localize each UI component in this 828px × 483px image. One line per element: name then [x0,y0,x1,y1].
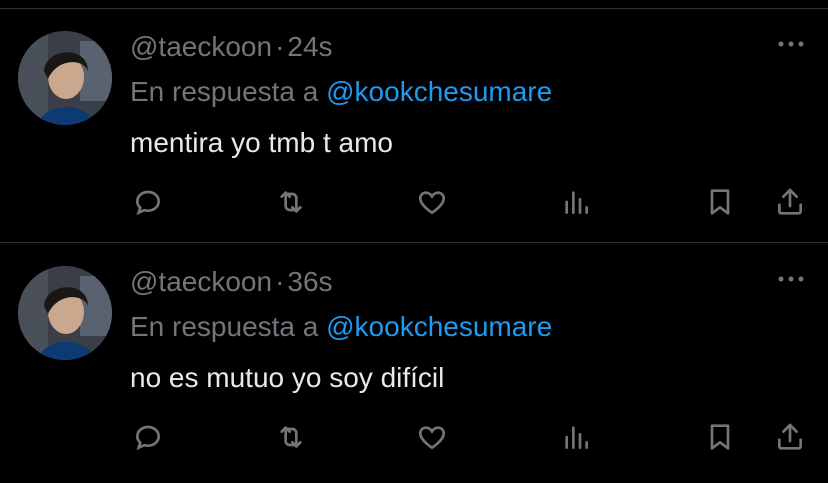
avatar[interactable] [18,31,112,125]
reply-mention-link[interactable]: @kookchesumare [326,311,552,342]
share-icon[interactable] [772,184,808,220]
separator-dot: · [275,266,285,297]
tweet-2[interactable]: @taeckoon · 36s En respuesta a @kookchesum… [0,244,828,479]
reply-prefix: En respuesta a [130,311,319,342]
tweet-text: mentira yo tmb t amo [130,127,393,158]
like-icon[interactable] [414,419,450,455]
bookmark-icon[interactable] [702,419,738,455]
reply-icon[interactable] [130,184,166,220]
retweet-icon[interactable] [273,184,309,220]
avatar[interactable] [18,266,112,360]
more-icon[interactable] [776,37,806,49]
user-handle[interactable]: @taeckoon [130,31,272,62]
tweet-text: no es mutuo yo soy difícil [130,362,445,393]
reply-mention-link[interactable]: @kookchesumare [326,76,552,107]
tweet-actions [0,419,828,459]
reply-prefix: En respuesta a [130,76,319,107]
reply-icon[interactable] [130,419,166,455]
bookmark-icon[interactable] [702,184,738,220]
views-icon[interactable] [558,184,594,220]
retweet-icon[interactable] [273,419,309,455]
reply-context: En respuesta a @kookchesumare [130,311,552,343]
views-icon[interactable] [558,419,594,455]
tweet-header: @taeckoon · 36s [130,266,333,298]
timestamp[interactable]: 36s [287,266,332,297]
tweet-actions [0,184,828,224]
tweet-header: @taeckoon · 24s [130,31,333,63]
reply-context: En respuesta a @kookchesumare [130,76,552,108]
timestamp[interactable]: 24s [287,31,332,62]
tweet-1[interactable]: @taeckoon · 24s En respuesta a @kookchesum… [0,9,828,244]
more-icon[interactable] [776,272,806,284]
tweet-divider [0,242,828,243]
like-icon[interactable] [414,184,450,220]
user-handle[interactable]: @taeckoon [130,266,272,297]
separator-dot: · [275,31,285,62]
share-icon[interactable] [772,419,808,455]
